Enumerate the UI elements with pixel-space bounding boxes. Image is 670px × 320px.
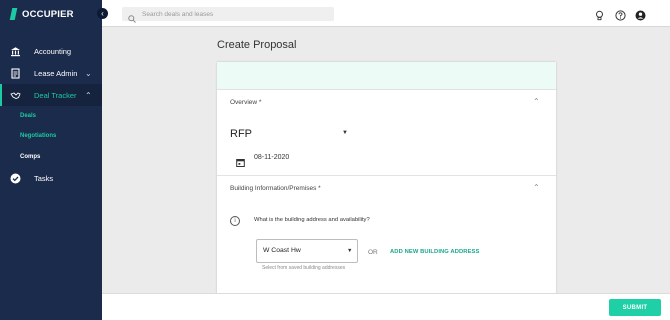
sidebar: OCCUPIER Accounting Lease Admin ⌄ Deal T…	[0, 0, 102, 320]
logo-text: OCCUPIER	[22, 8, 74, 20]
bank-icon	[10, 46, 21, 57]
chevron-up-icon[interactable]: ⌃	[533, 97, 540, 106]
logo-mark-icon	[9, 8, 18, 20]
collapse-sidebar-button[interactable]: ‹	[97, 8, 108, 19]
submit-button[interactable]: SUBMIT	[609, 299, 661, 316]
search-box[interactable]	[122, 7, 334, 23]
check-circle-icon	[10, 173, 21, 184]
chevron-down-icon: ⌄	[85, 68, 92, 78]
info-icon: i	[230, 216, 240, 226]
search-input[interactable]	[142, 7, 330, 21]
proposal-date-field[interactable]: 08-11-2020	[254, 154, 289, 161]
sidebar-item-tasks[interactable]: Tasks	[0, 167, 102, 189]
sidebar-subitem-deals[interactable]: Deals	[20, 113, 36, 119]
proposal-type-value: RFP	[230, 128, 252, 140]
section-divider	[217, 175, 556, 176]
search-icon	[128, 10, 136, 28]
calendar-icon[interactable]	[236, 154, 245, 172]
form-banner	[217, 62, 556, 90]
sidebar-item-deal-tracker[interactable]: Deal Tracker ⌃	[0, 84, 102, 106]
or-separator: OR	[368, 249, 378, 256]
sidebar-subitem-comps[interactable]: Comps	[20, 154, 40, 160]
building-address-question: What is the building address and availab…	[254, 217, 370, 223]
proposal-form-card: Overview * ⌃ RFP ▼ 08-11-2020 Building I…	[217, 62, 556, 298]
handshake-icon	[10, 90, 21, 101]
proposal-type-select[interactable]: RFP ▼	[230, 128, 350, 142]
document-icon	[10, 67, 21, 79]
building-address-value: W Coast Hw	[263, 247, 301, 254]
chevron-up-icon: ⌃	[85, 90, 92, 100]
building-address-select[interactable]: W Coast Hw ▼	[256, 239, 358, 263]
chevron-up-icon[interactable]: ⌃	[533, 183, 540, 192]
footer-bar: SUBMIT	[102, 293, 670, 320]
help-icon[interactable]	[615, 8, 626, 21]
sidebar-item-label: Deal Tracker	[34, 90, 77, 100]
account-icon[interactable]	[635, 8, 646, 21]
add-new-building-address-link[interactable]: ADD NEW BUILDING ADDRESS	[390, 249, 479, 255]
overview-section-title[interactable]: Overview *	[230, 99, 261, 106]
logo[interactable]: OCCUPIER	[9, 8, 74, 20]
sidebar-item-label: Tasks	[34, 173, 54, 183]
lightbulb-icon[interactable]	[594, 8, 605, 21]
sidebar-item-lease-admin[interactable]: Lease Admin ⌄	[0, 62, 102, 84]
page-title: Create Proposal	[217, 39, 297, 51]
top-bar	[102, 0, 670, 27]
building-section-title[interactable]: Building Information/Premises *	[230, 185, 321, 192]
sidebar-item-accounting[interactable]: Accounting	[0, 40, 102, 62]
sidebar-item-label: Lease Admin	[34, 68, 78, 78]
building-address-hint: Select from saved building addresses	[262, 265, 346, 271]
caret-down-icon: ▼	[347, 248, 353, 254]
sidebar-subitem-negotiations[interactable]: Negotiations	[20, 133, 56, 139]
sidebar-item-label: Accounting	[34, 46, 72, 56]
caret-down-icon: ▼	[342, 130, 348, 136]
active-indicator	[0, 84, 2, 106]
